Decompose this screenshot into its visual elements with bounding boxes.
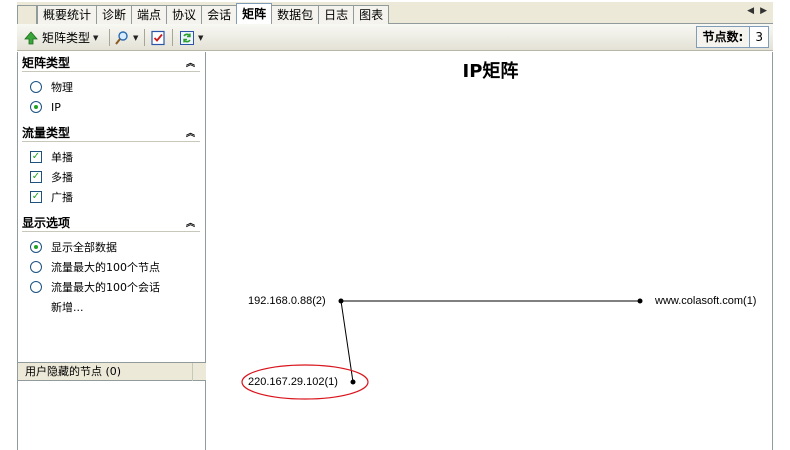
radio-button[interactable] <box>30 101 42 113</box>
toolbar-separator <box>109 29 110 46</box>
option-label: 流量最大的100个会话 <box>51 281 160 294</box>
checkmark-icon[interactable]: ✓ <box>30 191 42 203</box>
radio-ip[interactable]: IP <box>30 98 61 116</box>
collapse-icon[interactable]: ︽ <box>186 126 195 139</box>
tab-diagnosis[interactable]: 诊断 <box>96 5 133 24</box>
tab-log[interactable]: 日志 <box>318 5 355 24</box>
tab-conversations[interactable]: 会话 <box>201 5 238 24</box>
up-arrow-icon <box>23 30 39 46</box>
radio-top100-conversations[interactable]: 流量最大的100个会话 <box>30 278 160 296</box>
find-button[interactable]: ▼ <box>114 28 138 47</box>
radio-button[interactable] <box>30 241 42 253</box>
tab-list: 概要统计 诊断 端点 协议 会话 矩阵 数据包 日志 图表 <box>37 3 390 24</box>
tab-scroll-right-icon[interactable]: ▶ <box>760 6 767 16</box>
option-label: IP <box>51 100 61 114</box>
option-label: 显示全部数据 <box>51 241 117 254</box>
tab-matrix[interactable]: 矩阵 <box>236 3 273 24</box>
tab-spacer <box>17 5 37 24</box>
left-panel: 矩阵类型 ︽ 物理 IP 流量类型 ︽ ✓ 单播 ✓ 多播 ✓ 广播 显示选项 … <box>17 52 206 450</box>
chevron-down-icon: ▼ <box>93 33 99 42</box>
node-dot[interactable] <box>350 379 356 385</box>
hidden-nodes-header[interactable]: 用户隐藏的节点 (0) <box>18 362 206 381</box>
traffic-type-section-header[interactable]: 流量类型 ︽ <box>22 124 200 142</box>
radio-top100-nodes[interactable]: 流量最大的100个节点 <box>30 258 160 276</box>
checklist-icon <box>150 30 166 46</box>
matrix-type-label: 矩阵类型 <box>42 31 91 45</box>
tab-charts[interactable]: 图表 <box>353 5 390 24</box>
tab-protocols[interactable]: 协议 <box>166 5 203 24</box>
radio-show-all[interactable]: 显示全部数据 <box>30 238 117 256</box>
option-label: 单播 <box>51 151 73 164</box>
add-new-link[interactable]: 新增... <box>51 298 84 316</box>
toolbar-separator <box>172 29 173 46</box>
tab-scroll-buttons: ◀ ▶ <box>747 6 767 16</box>
checkbox-broadcast[interactable]: ✓ 广播 <box>30 188 73 206</box>
node-count-display: 节点数: 3 <box>695 26 769 48</box>
tab-endpoints[interactable]: 端点 <box>131 5 168 24</box>
collapse-icon[interactable]: ︽ <box>186 56 195 69</box>
radio-physical[interactable]: 物理 <box>30 78 73 96</box>
checkbox-multicast[interactable]: ✓ 多播 <box>30 168 73 186</box>
node-label[interactable]: 192.168.0.88(2) <box>248 295 326 307</box>
checkmark-icon[interactable]: ✓ <box>30 151 42 163</box>
magnifier-icon <box>114 30 130 46</box>
radio-button[interactable] <box>30 281 42 293</box>
node-label[interactable]: 220.167.29.102(1) <box>248 376 338 388</box>
refresh-icon <box>179 30 195 46</box>
add-new-label[interactable]: 新增... <box>51 299 84 315</box>
matrix-type-section-header[interactable]: 矩阵类型 ︽ <box>22 54 200 72</box>
checkmark-icon[interactable]: ✓ <box>30 171 42 183</box>
tab-strip: 概要统计 诊断 端点 协议 会话 矩阵 数据包 日志 图表 ◀ ▶ <box>17 2 773 24</box>
option-label: 多播 <box>51 171 73 184</box>
check-list-button[interactable] <box>150 28 166 47</box>
node-dot[interactable] <box>637 298 643 304</box>
node-count-value: 3 <box>750 27 768 47</box>
node-dot[interactable] <box>338 298 344 304</box>
matrix-type-button[interactable]: 矩阵类型 ▼ <box>23 28 98 47</box>
matrix-view: IP矩阵 192.168.0.88(2) www.colasoft.com(1)… <box>208 52 773 450</box>
tab-summary[interactable]: 概要统计 <box>37 5 98 24</box>
node-count-label: 节点数: <box>697 27 751 47</box>
checkbox-unicast[interactable]: ✓ 单播 <box>30 148 73 166</box>
section-title: 矩阵类型 <box>22 56 71 70</box>
chevron-down-icon: ▼ <box>198 33 204 42</box>
tab-scroll-left-icon[interactable]: ◀ <box>747 6 754 16</box>
refresh-button[interactable]: ▼ <box>179 28 203 47</box>
hidden-nodes-title: 用户隐藏的节点 (0) <box>25 365 122 378</box>
panel-splitter[interactable] <box>192 363 206 381</box>
radio-button[interactable] <box>30 81 42 93</box>
toolbar: 矩阵类型 ▼ ▼ ▼ 节点数: 3 <box>17 24 773 51</box>
section-title: 流量类型 <box>22 126 71 140</box>
chevron-down-icon: ▼ <box>133 33 139 42</box>
option-label: 流量最大的100个节点 <box>51 261 160 274</box>
display-options-section-header[interactable]: 显示选项 ︽ <box>22 214 200 232</box>
radio-button[interactable] <box>30 261 42 273</box>
option-label: 物理 <box>51 81 73 94</box>
option-label: 广播 <box>51 191 73 204</box>
section-title: 显示选项 <box>22 216 71 230</box>
toolbar-separator <box>144 29 145 46</box>
collapse-icon[interactable]: ︽ <box>186 216 195 229</box>
node-label[interactable]: www.colasoft.com(1) <box>655 295 756 307</box>
tab-packets[interactable]: 数据包 <box>271 5 320 24</box>
matrix-graph <box>241 298 643 400</box>
